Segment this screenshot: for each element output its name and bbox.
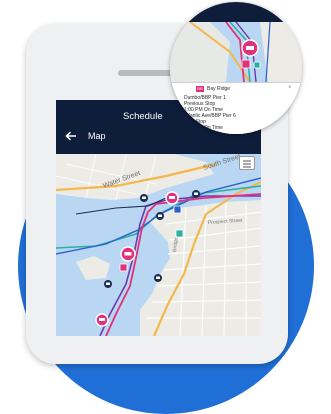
stop-marker-selected[interactable] [165, 191, 179, 205]
map-layers-button[interactable] [239, 156, 255, 170]
stop-marker[interactable] [192, 190, 200, 198]
next-stop-time: 1:16 PM On Time [184, 125, 223, 131]
vessel-icon[interactable] [119, 263, 128, 272]
page-title: Schedule [123, 111, 163, 122]
route-badge: BR [196, 86, 204, 92]
stop-marker[interactable] [154, 274, 162, 282]
zoom-magnifier: BR Bay Ridge × Dumbo/BBP Pier 1 Previous… [170, 2, 302, 134]
stop-marker[interactable] [104, 280, 112, 288]
route-name: Bay Ridge [207, 86, 231, 92]
stop-marker[interactable] [140, 194, 148, 202]
vessel-icon [241, 59, 251, 69]
stop-marker-selected[interactable] [95, 313, 109, 327]
vessel-icon[interactable] [175, 229, 184, 238]
back-link-map[interactable]: Map [88, 131, 106, 141]
street-label: South Street [202, 154, 241, 172]
stop-marker[interactable] [156, 212, 164, 220]
stop-marker-selected[interactable] [120, 246, 136, 262]
zoomed-map [170, 22, 302, 82]
vessel-icon[interactable] [173, 205, 182, 214]
popup-close-icon[interactable]: × [288, 85, 292, 91]
back-arrow-icon[interactable] [64, 129, 78, 141]
stop-popup-card: BR Bay Ridge × Dumbo/BBP Pier 1 Previous… [170, 82, 302, 134]
route-dark [75, 197, 167, 215]
vessel-icon [253, 61, 261, 69]
grid-icon [243, 160, 251, 168]
land-governors-island [76, 256, 110, 280]
zoomed-header [170, 2, 302, 22]
map-view[interactable]: South Street Water Street Prospect Stree… [56, 154, 261, 336]
stop-marker-selected [241, 39, 259, 57]
